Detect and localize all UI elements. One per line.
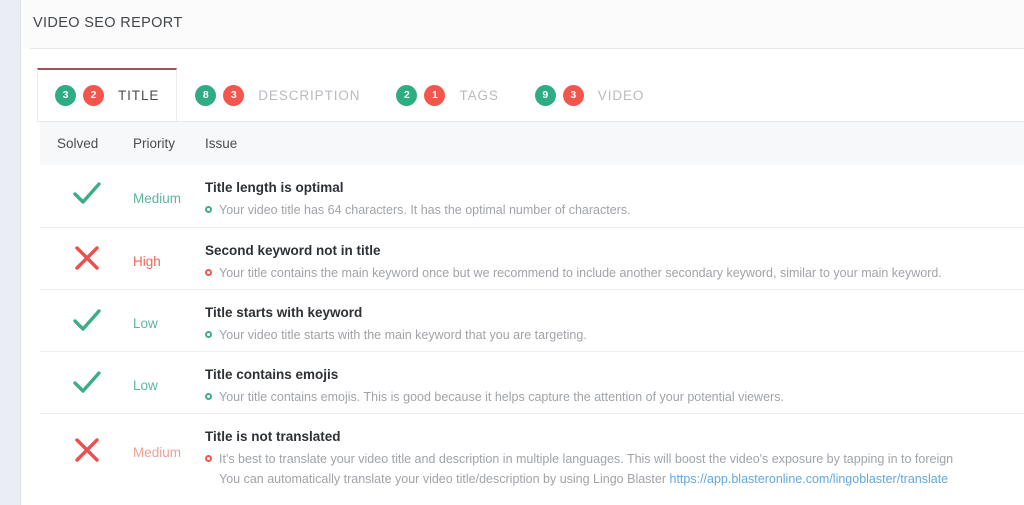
issue-bullet-red-icon [205,454,212,462]
tabs-bar: 3 2 TITLE 8 3 DESCRIPTION 2 1 TAGS 9 3 VIDEO [21,49,1024,122]
issue-title: Title starts with keyword [205,305,363,320]
unsolved-cross-icon[interactable] [40,414,133,464]
table-row: Low Title contains emojis Your title conta… [40,351,1024,413]
issue-cell: Title is not translated It's best to tran… [205,414,1024,489]
tab-issue-count-badge: 3 [562,84,584,106]
issues-table: Solved Priority Issue Medium Title length… [21,122,1024,489]
issue-description: Your video title has 64 characters. It h… [205,200,1024,220]
report-header: VIDEO SEO REPORT [21,0,1024,48]
column-header-priority: Priority [133,136,176,151]
tab-description[interactable]: 8 3 DESCRIPTION [177,68,378,122]
issue-description: Your title contains emojis. This is good… [205,387,1024,407]
tab-video[interactable]: 9 3 VIDEO [517,68,663,122]
column-header-solved: Solved [57,136,99,151]
priority-label: Medium [133,445,182,460]
issue-cell: Title starts with keyword Your video titl… [205,290,1024,345]
issue-description-text: Your title contains emojis. This is good… [219,389,784,404]
issue-bullet-green-icon [205,205,212,213]
solved-check-icon[interactable] [40,165,133,209]
issue-title: Title length is optimal [205,180,344,195]
table-row: Medium Title is not translated It's best t… [40,413,1024,489]
tab-solved-count-badge: 3 [55,85,76,106]
page-left-gutter [0,0,20,505]
issue-description-line-2: You can automatically translate your vid… [205,469,1024,489]
page-title: VIDEO SEO REPORT [33,15,183,31]
issue-cell: Title contains emojis Your title contains… [205,352,1024,407]
solved-check-icon[interactable] [40,290,133,336]
table-row: High Second keyword not in title Your titl… [40,227,1024,289]
table-header-row: Solved Priority Issue [40,122,1024,165]
column-header-issue: Issue [205,136,238,151]
table-row: Medium Title length is optimal Your video … [40,165,1024,227]
priority-label: Low [133,316,158,331]
tab-solved-count-badge: 2 [396,84,418,106]
issue-cell: Title length is optimal Your video title … [205,165,1024,220]
issue-title: Title contains emojis [205,367,339,382]
tab-solved-count-badge: 9 [534,84,556,106]
issue-description-text: Your video title has 64 characters. It h… [219,202,631,217]
priority-label: Low [133,378,158,393]
video-seo-report-page: VIDEO SEO REPORT 3 2 TITLE 8 3 DESCRIPTION 2 1 T… [0,0,1024,505]
report-card: VIDEO SEO REPORT 3 2 TITLE 8 3 DESCRIPTION 2 1 T… [21,0,1024,505]
tab-label: VIDEO [597,87,645,103]
tab-label: TAGS [459,87,499,103]
tab-issue-count-badge: 1 [424,84,446,106]
issue-description: Your video title starts with the main ke… [205,325,1024,345]
tab-solved-count-badge: 8 [195,84,217,106]
issue-bullet-green-icon [205,330,212,338]
priority-label: Medium [133,191,182,206]
issue-cell: Second keyword not in title Your title co… [205,228,1024,283]
issue-bullet-green-icon [205,392,212,400]
table-row: Low Title starts with keyword Your video t… [40,289,1024,351]
issue-description-text: Your title contains the main keyword onc… [219,265,942,280]
issue-description-text: It's best to translate your video title … [219,451,954,466]
issue-bullet-red-icon [205,268,212,276]
issue-title: Second keyword not in title [205,243,381,258]
tab-label: DESCRIPTION [258,87,361,103]
tabs-list: 3 2 TITLE 8 3 DESCRIPTION 2 1 TAGS 9 3 VIDEO [37,68,662,122]
lingo-blaster-link[interactable]: https://app.blasteronline.com/lingoblast… [670,472,949,486]
issue-description: It's best to translate your video title … [205,449,1024,469]
priority-label: High [133,254,161,269]
issue-description: Your title contains the main keyword onc… [205,263,1024,283]
table-body: Medium Title length is optimal Your video … [21,165,1024,489]
tab-tags[interactable]: 2 1 TAGS [378,68,516,122]
unsolved-cross-icon[interactable] [40,228,133,272]
tab-issue-count-badge: 3 [223,84,245,106]
tab-issue-count-badge: 2 [83,85,104,106]
tab-label: TITLE [118,88,160,103]
solved-check-icon[interactable] [40,352,133,398]
issue-title: Title is not translated [205,429,341,444]
tab-title[interactable]: 3 2 TITLE [37,68,178,122]
issue-description-line-2-text: You can automatically translate your vid… [219,471,670,486]
issue-description-text: Your video title starts with the main ke… [219,327,587,342]
